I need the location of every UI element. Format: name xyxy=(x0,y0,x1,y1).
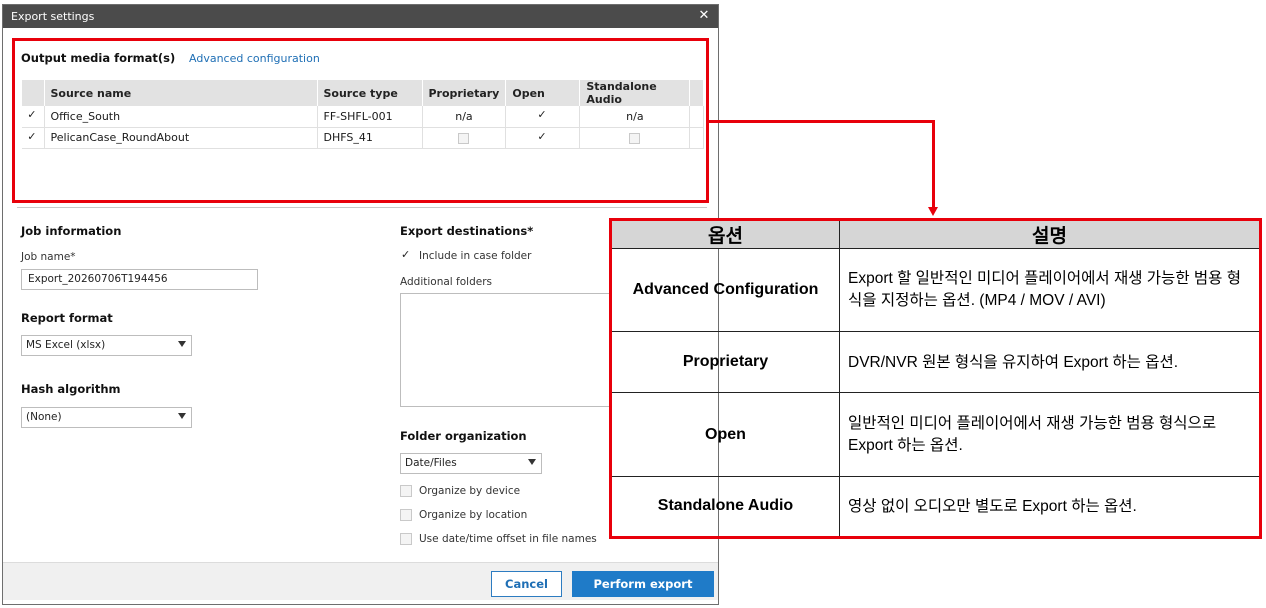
folder-organization-title: Folder organization xyxy=(400,429,527,443)
annotation-option: Advanced Configuration xyxy=(610,247,840,333)
organize-by-location-checkbox[interactable]: Organize by location xyxy=(400,509,527,521)
folder-organization-select[interactable]: Date/Files xyxy=(400,453,542,474)
organize-by-device-label: Organize by device xyxy=(419,485,521,497)
chevron-down-icon xyxy=(178,413,186,419)
additional-folders-label: Additional folders xyxy=(400,276,492,288)
cancel-button[interactable]: Cancel xyxy=(491,571,562,597)
dialog-title: Export settings xyxy=(11,10,95,23)
annotation-option: Standalone Audio xyxy=(610,475,840,539)
arrow-down-icon xyxy=(928,207,938,216)
annotation-option: Proprietary xyxy=(610,331,840,394)
annotation-desc: DVR/NVR 원본 형식을 유지하여 Export 하는 옵션. xyxy=(839,331,1261,394)
annotation-desc: Export 할 일반적인 미디어 플레이어에서 재생 가능한 범용 형식을 지… xyxy=(839,247,1261,333)
hash-algorithm-value: (None) xyxy=(26,411,62,423)
report-format-title: Report format xyxy=(21,311,113,325)
job-information-title: Job information xyxy=(21,224,122,238)
checkbox-empty-icon xyxy=(400,533,412,545)
close-icon[interactable]: ✕ xyxy=(696,8,712,24)
job-name-input[interactable]: Export_20260706T194456 xyxy=(21,269,258,290)
checkmark-icon xyxy=(400,248,412,262)
annotation-row: Advanced Configuration Export 할 일반적인 미디어… xyxy=(610,247,1261,333)
highlight-frame xyxy=(12,38,709,203)
include-case-folder-checkbox[interactable]: Include in case folder xyxy=(400,248,532,262)
dialog-footer: Cancel Perform export xyxy=(3,562,718,600)
job-name-label: Job name* xyxy=(21,251,76,263)
date-offset-checkbox[interactable]: Use date/time offset in file names xyxy=(400,533,597,545)
connector-line xyxy=(709,120,935,123)
connector-line xyxy=(932,120,935,208)
folder-organization-value: Date/Files xyxy=(405,457,457,469)
checkbox-empty-icon xyxy=(400,509,412,521)
title-bar: Export settings ✕ xyxy=(3,5,718,28)
chevron-down-icon xyxy=(528,459,536,465)
annotation-header-desc: 설명 xyxy=(839,219,1261,249)
annotation-header-row: 옵션 설명 xyxy=(610,219,1261,249)
annotation-row: Standalone Audio 영상 없이 오디오만 별도로 Export 하… xyxy=(610,475,1261,539)
annotation-desc: 일반적인 미디어 플레이어에서 재생 가능한 범용 형식으로 Export 하는… xyxy=(839,392,1261,477)
date-offset-label: Use date/time offset in file names xyxy=(419,533,597,545)
organize-by-location-label: Organize by location xyxy=(419,509,528,521)
annotation-header-option: 옵션 xyxy=(610,219,840,249)
annotation-row: Open 일반적인 미디어 플레이어에서 재생 가능한 범용 형식으로 Expo… xyxy=(610,392,1261,477)
annotation-table: 옵션 설명 Advanced Configuration Export 할 일반… xyxy=(609,218,1262,539)
checkbox-empty-icon xyxy=(400,485,412,497)
export-destinations-title: Export destinations* xyxy=(400,224,534,238)
annotation-row: Proprietary DVR/NVR 원본 형식을 유지하여 Export 하… xyxy=(610,331,1261,394)
include-case-folder-label: Include in case folder xyxy=(419,250,532,262)
hash-algorithm-select[interactable]: (None) xyxy=(21,407,192,428)
report-format-value: MS Excel (xlsx) xyxy=(26,339,106,351)
additional-folders-list[interactable] xyxy=(400,293,612,407)
annotation-desc: 영상 없이 오디오만 별도로 Export 하는 옵션. xyxy=(839,475,1261,539)
chevron-down-icon xyxy=(178,341,186,347)
annotation-option: Open xyxy=(610,392,840,477)
report-format-select[interactable]: MS Excel (xlsx) xyxy=(21,335,192,356)
organize-by-device-checkbox[interactable]: Organize by device xyxy=(400,485,520,497)
perform-export-button[interactable]: Perform export xyxy=(572,571,714,597)
hash-algorithm-title: Hash algorithm xyxy=(21,382,121,396)
